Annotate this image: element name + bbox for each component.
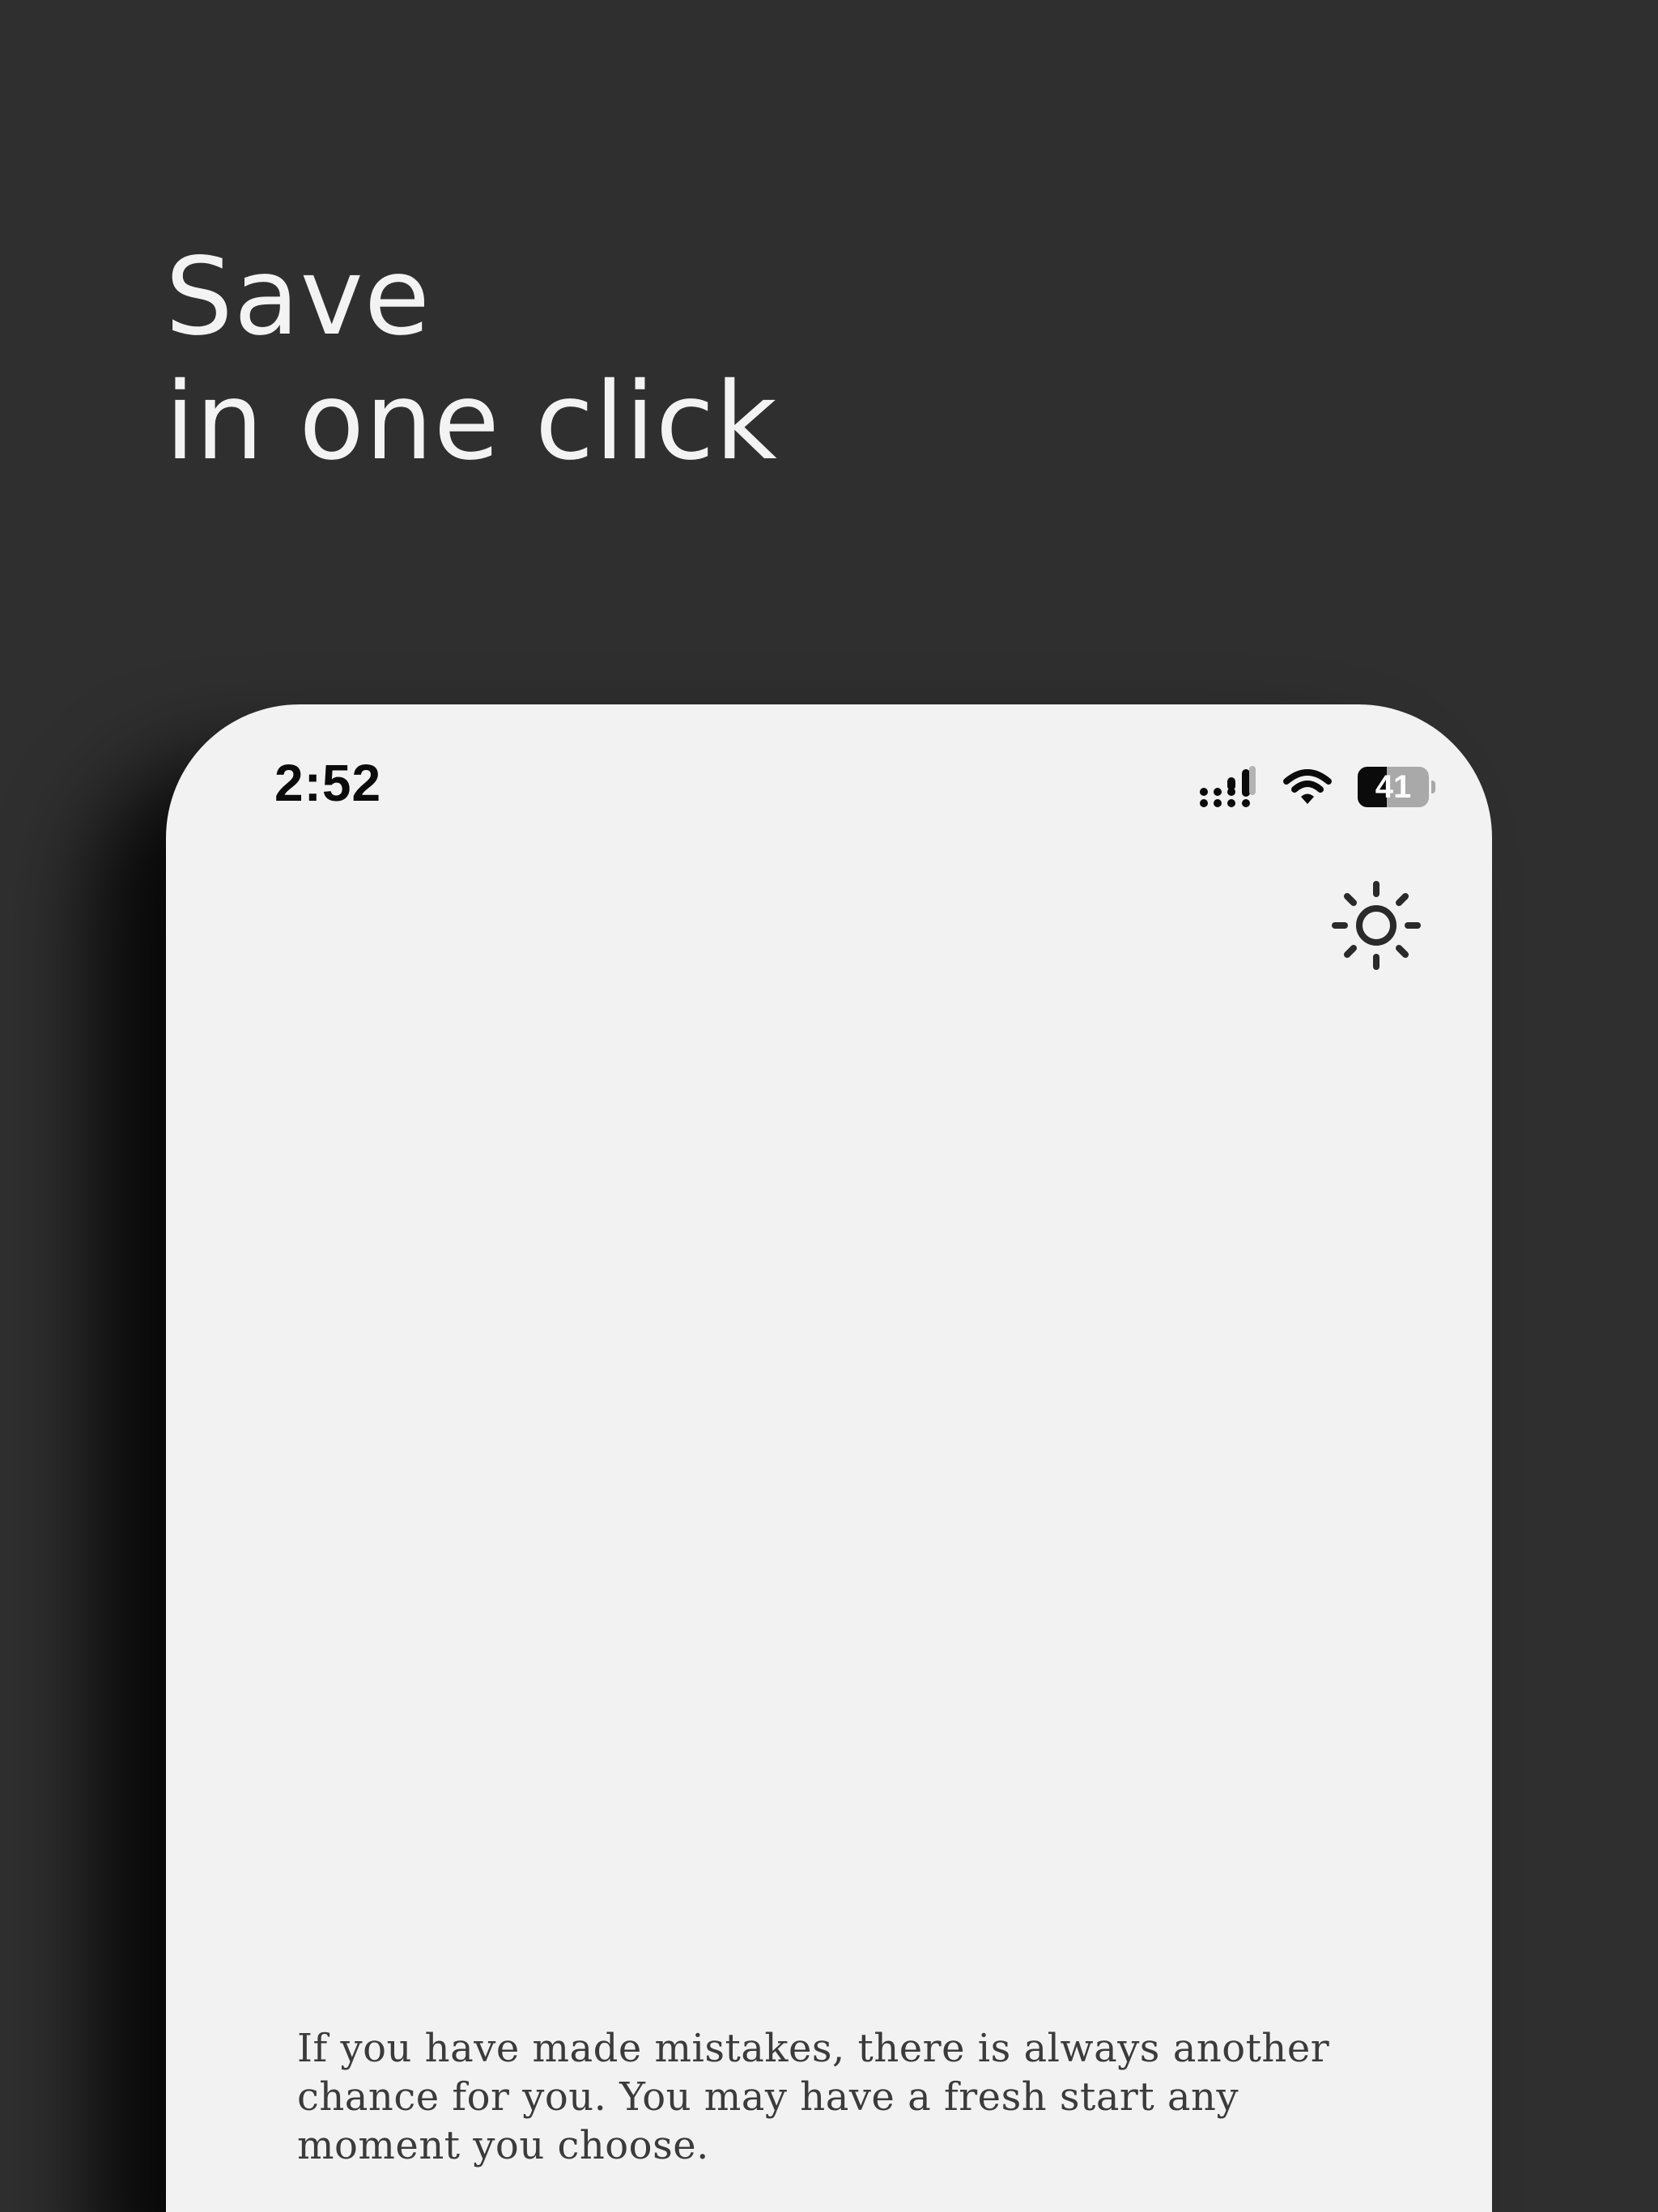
headline: Save in one click <box>165 235 778 484</box>
headline-line-1: Save <box>165 235 432 359</box>
promo-canvas: Save in one click 2:52 41 If you have ma… <box>0 0 1658 2212</box>
quote-text: If you have made mistakes, there is alwa… <box>297 2026 1330 2168</box>
wifi-icon <box>1283 769 1332 804</box>
phone-screen: 2:52 41 If you have made mistakes, there… <box>166 704 1492 2212</box>
status-time: 2:52 <box>274 754 382 812</box>
status-icons: 41 <box>1199 763 1435 811</box>
headline-line-2: in one click <box>165 359 778 484</box>
theme-toggle-button[interactable] <box>1332 881 1421 970</box>
sun-icon <box>1332 881 1421 970</box>
battery-icon: 41 <box>1358 767 1435 807</box>
battery-level: 41 <box>1375 769 1412 805</box>
cellular-signal-icon <box>1200 766 1256 807</box>
